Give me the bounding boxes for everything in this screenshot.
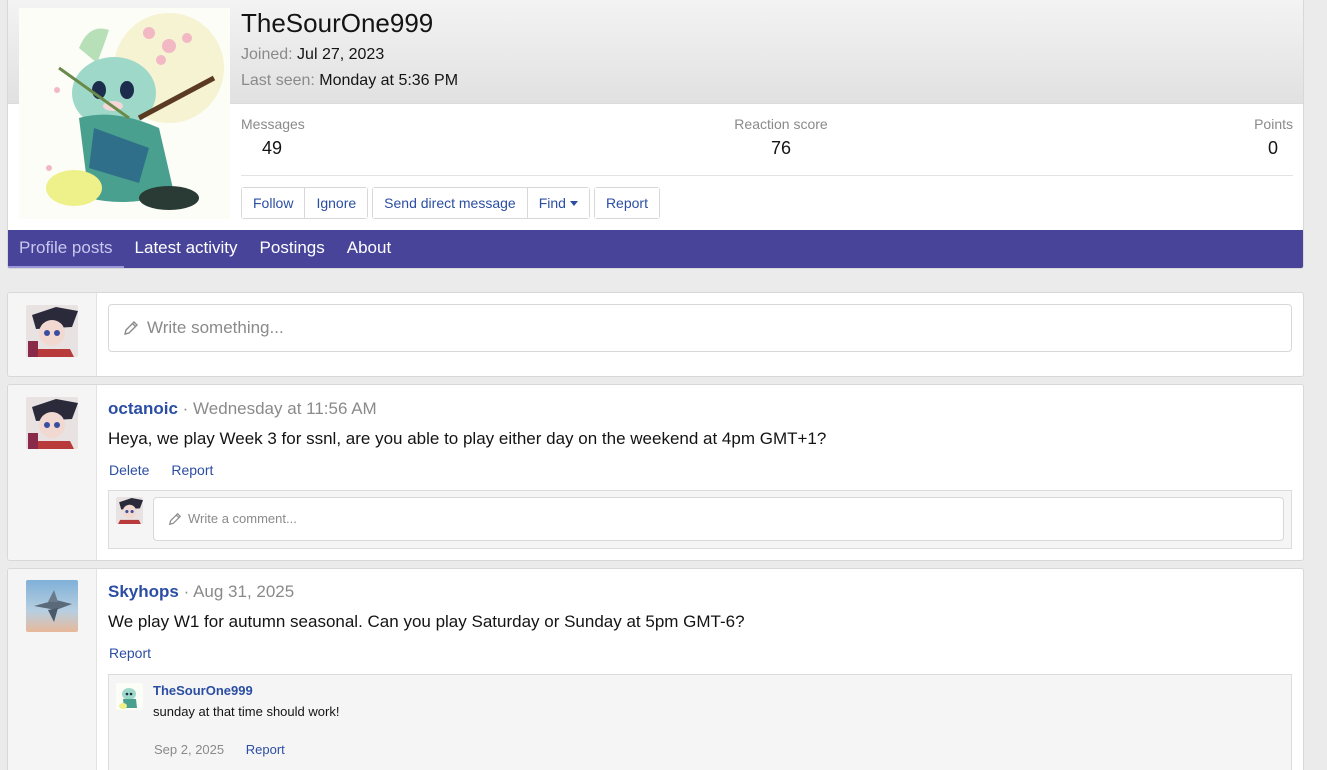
tab-about[interactable]: About [336,230,402,268]
stat-messages-value: 49 [262,138,283,158]
stat-messages-label: Messages [241,116,305,132]
stat-reaction-value: 76 [770,138,792,158]
post-separator: · [183,582,190,601]
write-something-input[interactable]: Write something... [108,304,1292,352]
comment-report-link[interactable]: Report [246,742,285,757]
write-comment-input[interactable]: Write a comment... [153,497,1284,541]
tab-latest-activity[interactable]: Latest activity [124,230,249,268]
comment-list: TheSourOne999 sunday at that time should… [108,674,1292,770]
profile-stats: Messages 49 Reaction score 76 Points 0 [241,116,1293,176]
joined-value: Jul 27, 2023 [297,46,385,63]
profile-post: Skyhops · Aug 31, 2025 We play W1 for au… [7,568,1304,770]
pencil-icon [168,512,182,526]
comment-date[interactable]: Sep 2, 2025 [154,742,224,757]
chevron-down-icon [569,200,578,206]
stat-points[interactable]: Points 0 [1254,116,1293,159]
tab-postings[interactable]: Postings [249,230,336,268]
pencil-icon [124,321,138,335]
profile-post-composer: Write something... [7,292,1304,377]
comment-text: sunday at that time should work! [153,704,340,719]
avatar[interactable] [26,305,78,357]
post-author[interactable]: octanoic [108,399,178,418]
tab-profile-posts[interactable]: Profile posts [8,230,124,268]
post-actions: Report [109,645,169,661]
avatar[interactable] [26,580,78,632]
profile-avatar[interactable] [19,8,230,219]
avatar[interactable] [116,497,143,524]
post-body: We play W1 for autumn seasonal. Can you … [108,612,745,631]
report-profile-button[interactable]: Report [594,188,659,218]
post-body: Heya, we play Week 3 for ssnl, are you a… [108,429,827,448]
write-something-placeholder: Write something... [147,318,284,337]
profile-tabs: Profile posts Latest activity Postings A… [8,230,1303,268]
post-actions: Delete Report [109,462,231,478]
comment-meta: Sep 2, 2025 Report [154,742,285,757]
profile-username: TheSourOne999 [241,8,434,38]
post-separator: · [182,399,189,418]
last-seen-label: Last seen: [241,72,315,89]
follow-ignore-group: Follow Ignore [241,187,369,219]
avatar[interactable] [26,397,78,449]
post-time[interactable]: Wednesday at 11:56 AM [193,399,377,418]
report-group: Report [593,187,660,219]
post-header: octanoic · Wednesday at 11:56 AM [108,399,377,419]
find-button[interactable]: Find [526,188,589,218]
comment-area: Write a comment... [108,490,1292,549]
profile-actions: Follow Ignore Send direct message Find R… [241,187,664,219]
write-comment-placeholder: Write a comment... [188,511,297,526]
avatar[interactable] [116,683,143,710]
stat-points-value: 0 [1267,138,1278,158]
profile-post: octanoic · Wednesday at 11:56 AM Heya, w… [7,384,1304,561]
comment-author[interactable]: TheSourOne999 [153,683,253,698]
report-link[interactable]: Report [171,462,213,478]
joined-line: Joined: Jul 27, 2023 [241,46,384,64]
profile-header: TheSourOne999 Joined: Jul 27, 2023 Last … [7,0,1304,269]
delete-link[interactable]: Delete [109,462,149,478]
message-find-group: Send direct message Find [372,187,590,219]
stat-reaction-score[interactable]: Reaction score 76 [731,116,831,159]
report-link[interactable]: Report [109,645,151,661]
post-header: Skyhops · Aug 31, 2025 [108,582,294,602]
joined-label: Joined: [241,46,293,63]
last-seen-value: Monday at 5:36 PM [319,72,459,89]
post-time[interactable]: Aug 31, 2025 [193,582,294,601]
follow-button[interactable]: Follow [242,188,305,218]
stat-reaction-label: Reaction score [734,116,828,132]
stat-points-label: Points [1254,116,1293,132]
ignore-button[interactable]: Ignore [304,188,368,218]
find-label: Find [538,195,566,211]
post-author[interactable]: Skyhops [108,582,179,601]
stat-messages[interactable]: Messages 49 [241,116,305,159]
send-dm-button[interactable]: Send direct message [373,188,527,218]
last-seen-line: Last seen: Monday at 5:36 PM [241,72,458,90]
